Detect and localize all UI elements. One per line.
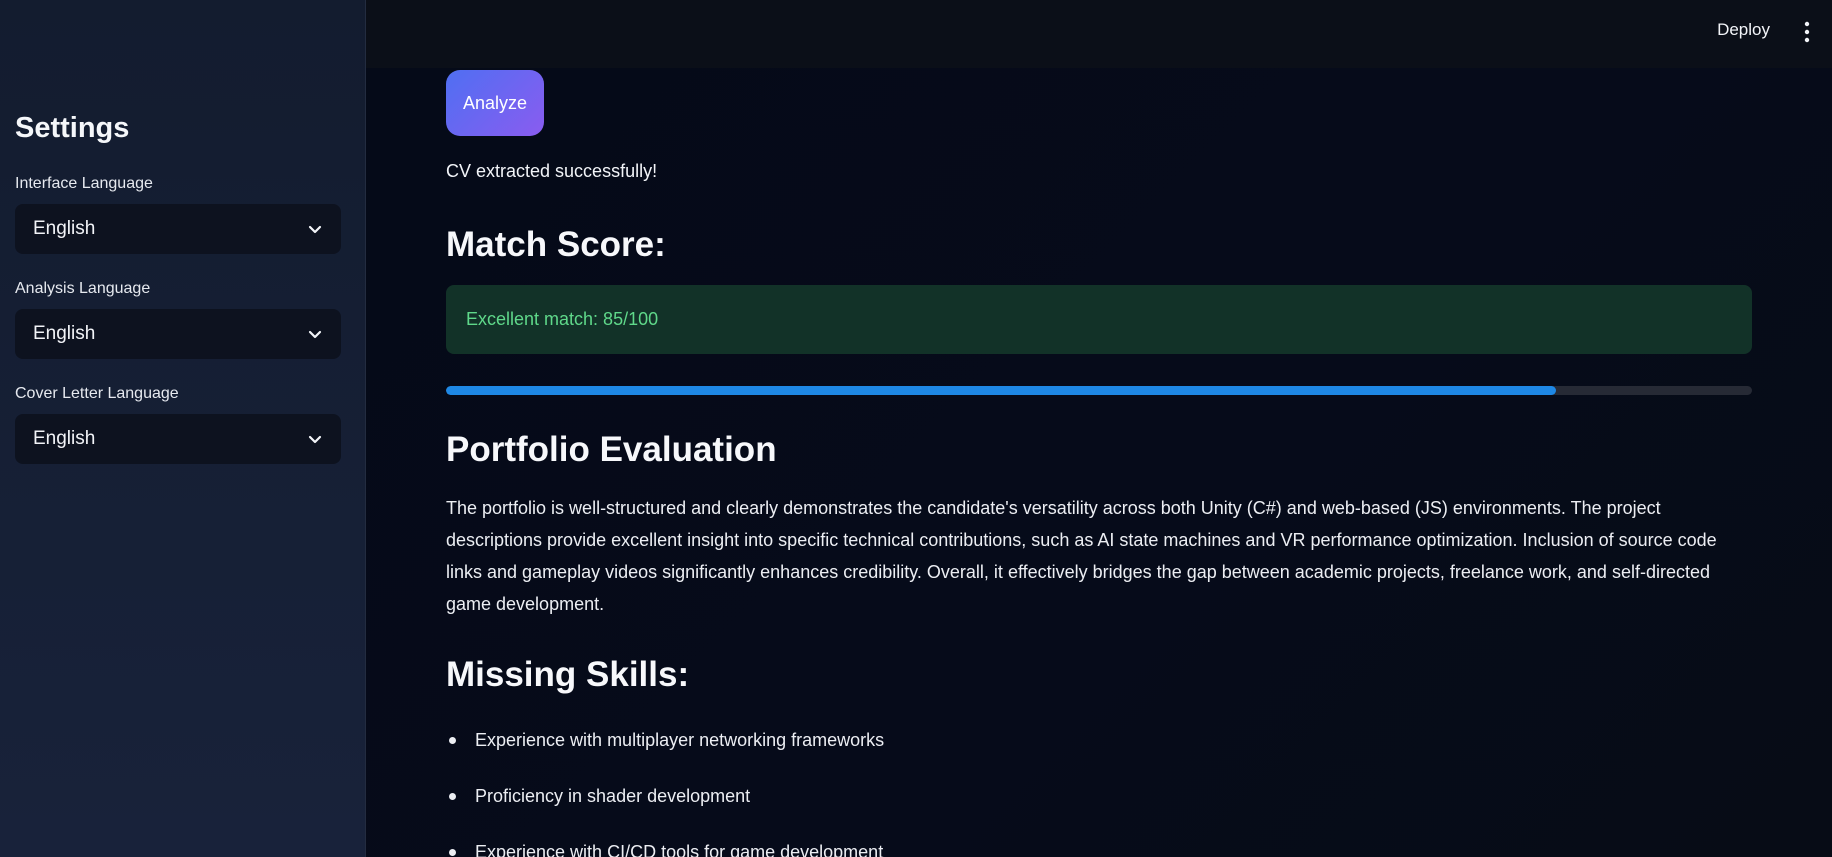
interface-language-label: Interface Language	[15, 175, 153, 192]
analysis-language-label: Analysis Language	[15, 280, 151, 297]
skill-text: Proficiency in shader development	[475, 786, 751, 806]
score-alert: Excellent match: 85/100	[446, 285, 1752, 354]
top-header: Deploy	[366, 0, 1832, 68]
match-progress-fill	[446, 386, 1557, 395]
bullet-icon	[449, 849, 456, 856]
match-score-heading: Match Score:	[446, 225, 666, 264]
interface-language-value: English	[33, 218, 96, 239]
vertical-dots-icon[interactable]	[1802, 20, 1812, 44]
skill-text: Experience with multiplayer networking f…	[475, 730, 885, 750]
chevron-down-icon	[308, 435, 322, 444]
success-message: CV extracted successfully!	[446, 161, 658, 181]
chevron-down-icon	[308, 330, 322, 339]
analysis-language-select[interactable]: English	[15, 309, 341, 359]
sidebar-title: Settings	[15, 112, 130, 144]
cover-letter-language-label: Cover Letter Language	[15, 385, 179, 402]
match-progress-bar	[446, 386, 1752, 395]
app-window: Settings Interface Language English Anal…	[0, 0, 1832, 857]
analysis-language-value: English	[33, 323, 96, 344]
bullet-icon	[449, 793, 456, 800]
skill-text: Experience with CI/CD tools for game dev…	[475, 842, 884, 857]
deploy-button[interactable]: Deploy	[1717, 20, 1770, 40]
analyze-button[interactable]: Analyze	[446, 70, 544, 136]
interface-language-select[interactable]: English	[15, 204, 341, 254]
cover-letter-language-value: English	[33, 428, 96, 449]
bullet-icon	[449, 737, 456, 744]
main-content: Analyze CV extracted successfully! Match…	[366, 68, 1832, 857]
cover-letter-language-select[interactable]: English	[15, 414, 341, 464]
score-message: Excellent match: 85/100	[466, 309, 659, 329]
chevron-down-icon	[308, 225, 322, 234]
list-item: Proficiency in shader development	[446, 784, 1746, 840]
portfolio-heading: Portfolio Evaluation	[446, 430, 777, 469]
sidebar: Settings Interface Language English Anal…	[0, 0, 366, 857]
list-item: Experience with multiplayer networking f…	[446, 728, 1746, 784]
missing-skills-heading: Missing Skills:	[446, 655, 690, 694]
portfolio-evaluation-text: The portfolio is well-structured and cle…	[446, 498, 1717, 614]
missing-skills-list: Experience with multiplayer networking f…	[446, 728, 1746, 857]
list-item: Experience with CI/CD tools for game dev…	[446, 840, 1746, 857]
